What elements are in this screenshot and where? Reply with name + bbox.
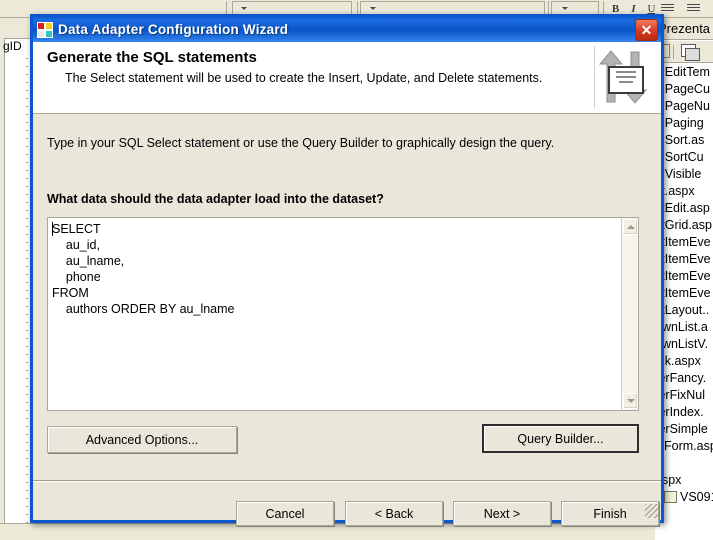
header-heading: Generate the SQL statements (47, 49, 257, 66)
chevron-down-icon (241, 7, 247, 10)
back-button[interactable]: < Back (345, 501, 443, 526)
design-grid-dots (26, 58, 28, 528)
cancel-button[interactable]: Cancel (236, 501, 334, 526)
divider (33, 480, 661, 482)
solution-explorer-item-label: VS0910.aspx (680, 490, 713, 504)
dataset-sheet-icon (608, 66, 644, 94)
body-question: What data should the data adapter load i… (47, 192, 384, 206)
wizard-icon (37, 21, 53, 38)
chevron-down-icon (562, 7, 568, 10)
dialog-header: Generate the SQL statements The Select s… (33, 42, 661, 114)
sql-statement-textarea[interactable]: SELECT au_id, au_lname, phone FROM autho… (47, 217, 639, 411)
advanced-options-button[interactable]: Advanced Options... (47, 426, 237, 453)
sql-vertical-scrollbar[interactable] (621, 218, 638, 410)
resize-grip[interactable] (645, 504, 659, 518)
toolbar-separator (673, 45, 674, 59)
bullet-list-icon[interactable] (661, 4, 674, 14)
data-adapter-configuration-wizard-dialog: Data Adapter Configuration Wizard ✕ Gene… (30, 14, 664, 526)
next-button[interactable]: Next > (453, 501, 551, 526)
query-builder-button[interactable]: Query Builder... (482, 424, 639, 453)
aspx-file-icon (664, 490, 677, 503)
scroll-up-button[interactable] (623, 219, 638, 235)
sql-statement-value: SELECT au_id, au_lname, phone FROM autho… (52, 222, 235, 316)
designer-control-label: gID (3, 39, 22, 53)
header-description: The Select statement will be used to cre… (65, 71, 543, 85)
chevron-up-icon (626, 225, 635, 229)
chevron-down-icon (370, 7, 376, 10)
chevron-down-icon (626, 399, 635, 403)
body-instruction: Type in your SQL Select statement or use… (47, 136, 555, 150)
data-transfer-arrows-icon (594, 46, 651, 108)
dialog-title: Data Adapter Configuration Wizard (58, 22, 289, 37)
scroll-down-button[interactable] (623, 393, 638, 409)
dialog-body: Type in your SQL Select statement or use… (33, 114, 661, 526)
numbered-list-icon[interactable] (687, 4, 700, 14)
dialog-title-bar[interactable]: Data Adapter Configuration Wizard ✕ (33, 17, 661, 42)
close-icon[interactable]: ✕ (635, 19, 658, 41)
